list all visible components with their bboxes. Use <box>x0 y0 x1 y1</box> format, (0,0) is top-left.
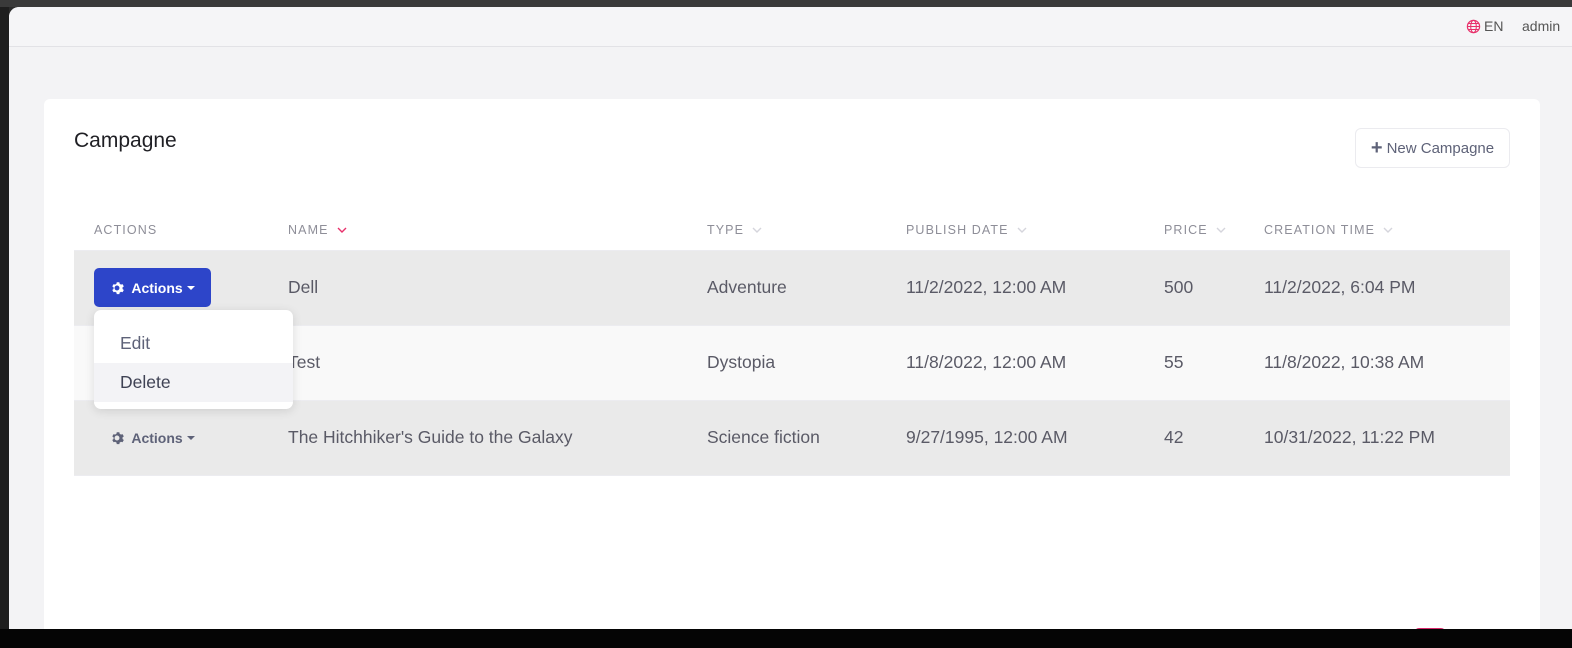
cell-creation-time: 11/8/2022, 10:38 AM <box>1264 352 1425 372</box>
column-header-type[interactable]: TYPE <box>707 223 762 237</box>
cell-price: 55 <box>1164 352 1184 372</box>
caret-down-icon <box>186 286 195 290</box>
new-campagne-label: New Campagne <box>1386 139 1495 157</box>
chevron-down-icon <box>1383 227 1393 233</box>
page-title: Campagne <box>74 129 177 152</box>
column-header-actions: ACTIONS <box>94 223 158 237</box>
cell-publish-date: 9/27/1995, 12:00 AM <box>906 427 1068 447</box>
chevron-down-icon <box>752 227 762 233</box>
globe-icon <box>1466 19 1481 33</box>
cell-price: 500 <box>1164 277 1194 297</box>
chevron-down-icon <box>1216 227 1226 233</box>
screen-top-edge <box>0 0 1572 7</box>
chevron-down-icon <box>337 227 347 233</box>
screen-left-edge <box>0 7 9 648</box>
column-header-price[interactable]: PRICE <box>1164 223 1226 237</box>
plus-icon: + <box>1370 137 1383 159</box>
caret-down-icon <box>186 436 195 440</box>
language-switcher[interactable]: EN <box>1466 18 1503 34</box>
cell-publish-date: 11/2/2022, 12:00 AM <box>906 277 1067 297</box>
cell-creation-time: 11/2/2022, 6:04 PM <box>1264 277 1416 297</box>
table-header: ACTIONS NAME TYPE PUBLISH DATE PRICE CRE… <box>74 211 1510 251</box>
column-header-name[interactable]: NAME <box>288 223 347 237</box>
column-header-publish-date[interactable]: PUBLISH DATE <box>906 223 1027 237</box>
cell-creation-time: 10/31/2022, 11:22 PM <box>1264 427 1435 447</box>
actions-button[interactable]: Actions <box>94 268 211 307</box>
cell-type: Adventure <box>707 277 787 297</box>
actions-label: Actions <box>131 279 183 296</box>
user-menu[interactable]: admin <box>1522 18 1560 34</box>
cell-name: The Hitchhiker's Guide to the Galaxy <box>288 427 573 447</box>
language-label: EN <box>1484 18 1504 34</box>
column-header-creation-time[interactable]: CREATION TIME <box>1264 223 1393 237</box>
gear-icon <box>112 281 125 294</box>
app-window: EN admin Campagne + New Campagne ACTIONS… <box>9 7 1572 629</box>
menu-item-edit[interactable]: Edit <box>94 324 293 363</box>
cell-type: Dystopia <box>707 352 776 372</box>
menu-item-delete[interactable]: Delete <box>94 363 293 402</box>
table-row: Actions The Hitchhiker's Guide to the Ga… <box>74 401 1510 476</box>
gear-icon <box>112 431 125 444</box>
screen-bottom-edge <box>0 629 1572 648</box>
top-bar: EN admin <box>9 7 1572 47</box>
actions-button[interactable]: Actions <box>94 418 211 457</box>
actions-dropdown-menu: Edit Delete <box>94 310 293 409</box>
actions-label: Actions <box>131 429 183 446</box>
cell-publish-date: 11/8/2022, 12:00 AM <box>906 352 1067 372</box>
chevron-down-icon <box>1017 227 1027 233</box>
new-campagne-button[interactable]: + New Campagne <box>1355 128 1510 168</box>
cell-type: Science fiction <box>707 427 820 447</box>
cell-price: 42 <box>1164 427 1184 447</box>
cell-name: Dell <box>288 277 319 297</box>
